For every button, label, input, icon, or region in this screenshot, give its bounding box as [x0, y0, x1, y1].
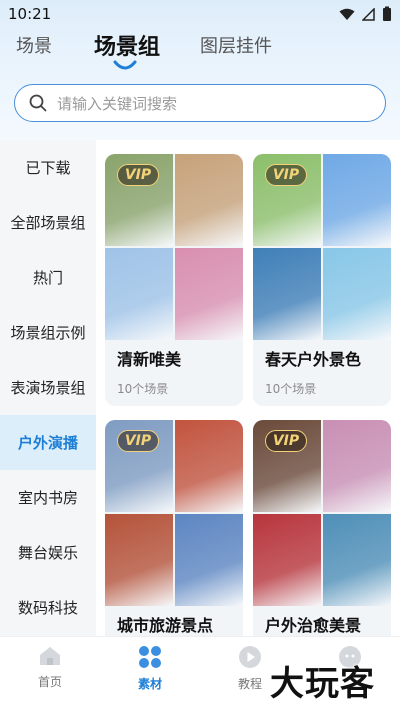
- thumbnail-image: [175, 248, 243, 340]
- thumbnail-image: [323, 248, 391, 340]
- card-title: 春天户外景色: [265, 350, 362, 369]
- thumbnail-image: [105, 514, 173, 606]
- thumbnail-image: [253, 248, 321, 340]
- sidebar-item-study[interactable]: 室内书房: [0, 470, 96, 525]
- vip-badge: VIP: [265, 430, 307, 452]
- sidebar-item-downloaded[interactable]: 已下载: [0, 140, 96, 195]
- status-icons: [339, 6, 392, 22]
- search-icon: [29, 94, 47, 112]
- category-sidebar: 已下载 全部场景组 热门 场景组示例 表演场景组 户外演播 室内书房 舞台娱乐 …: [0, 140, 96, 636]
- vip-badge: VIP: [265, 164, 307, 186]
- sidebar-item-hot[interactable]: 热门: [0, 250, 96, 305]
- scene-group-card[interactable]: VIP 春天户外景色 10个场景: [253, 154, 391, 406]
- status-bar: 10:21: [0, 0, 400, 28]
- nav-home-label: 首页: [37, 675, 62, 689]
- card-title: 城市旅游景点: [117, 616, 214, 635]
- scene-group-card[interactable]: VIP 户外治愈美景: [253, 420, 391, 636]
- vip-badge: VIP: [117, 164, 159, 186]
- thumbnail-image: [323, 514, 391, 606]
- nav-tutorial-label: 教程: [237, 677, 262, 691]
- wifi-icon: [339, 8, 355, 20]
- home-icon: [40, 647, 60, 665]
- sidebar-item-tech[interactable]: 数码科技: [0, 580, 96, 635]
- card-title: 清新唯美: [117, 350, 182, 369]
- tab-scene-group[interactable]: 场景组: [94, 29, 160, 61]
- nav-home[interactable]: 首页: [10, 645, 90, 690]
- thumbnail-image: [175, 154, 243, 246]
- thumbnail-image: [175, 420, 243, 512]
- search-input[interactable]: 请输入关键词搜索: [14, 84, 386, 122]
- thumbnail-image: [105, 248, 173, 340]
- thumbnail-image: [175, 514, 243, 606]
- vip-badge: VIP: [117, 430, 159, 452]
- top-tabs: 场景 场景组 图层挂件: [0, 28, 400, 74]
- signal-icon: [362, 7, 375, 21]
- sidebar-item-all-groups[interactable]: 全部场景组: [0, 195, 96, 250]
- sidebar-item-performance[interactable]: 表演场景组: [0, 360, 96, 415]
- thumbnail-image: [323, 154, 391, 246]
- watermark: 大玩客: [270, 664, 375, 704]
- nav-materials-label: 素材: [137, 677, 162, 691]
- card-title: 户外治愈美景: [265, 616, 362, 635]
- tab-layer-widgets[interactable]: 图层挂件: [200, 32, 272, 58]
- sidebar-item-examples[interactable]: 场景组示例: [0, 305, 96, 360]
- sidebar-item-outdoor[interactable]: 户外演播: [0, 415, 96, 470]
- grid-icon: [139, 646, 161, 668]
- active-tab-indicator: [113, 60, 137, 70]
- search-placeholder: 请输入关键词搜索: [57, 94, 178, 113]
- card-scene-count: 10个场景: [117, 382, 169, 396]
- nav-materials[interactable]: 素材: [110, 645, 190, 692]
- sidebar-item-stage[interactable]: 舞台娱乐: [0, 525, 96, 580]
- play-icon: [239, 646, 261, 668]
- scene-group-card[interactable]: VIP 城市旅游景点: [105, 420, 243, 636]
- thumbnail-image: [253, 514, 321, 606]
- card-scene-count: 10个场景: [265, 382, 317, 396]
- battery-icon: [383, 6, 391, 21]
- tab-scene[interactable]: 场景: [16, 32, 52, 58]
- thumbnail-image: [323, 420, 391, 512]
- status-time: 10:21: [8, 5, 52, 23]
- scene-group-list: VIP 清新唯美 10个场景 VIP 春天户外景色 10个场景 VIP 城市旅游…: [96, 140, 400, 636]
- scene-group-card[interactable]: VIP 清新唯美 10个场景: [105, 154, 243, 406]
